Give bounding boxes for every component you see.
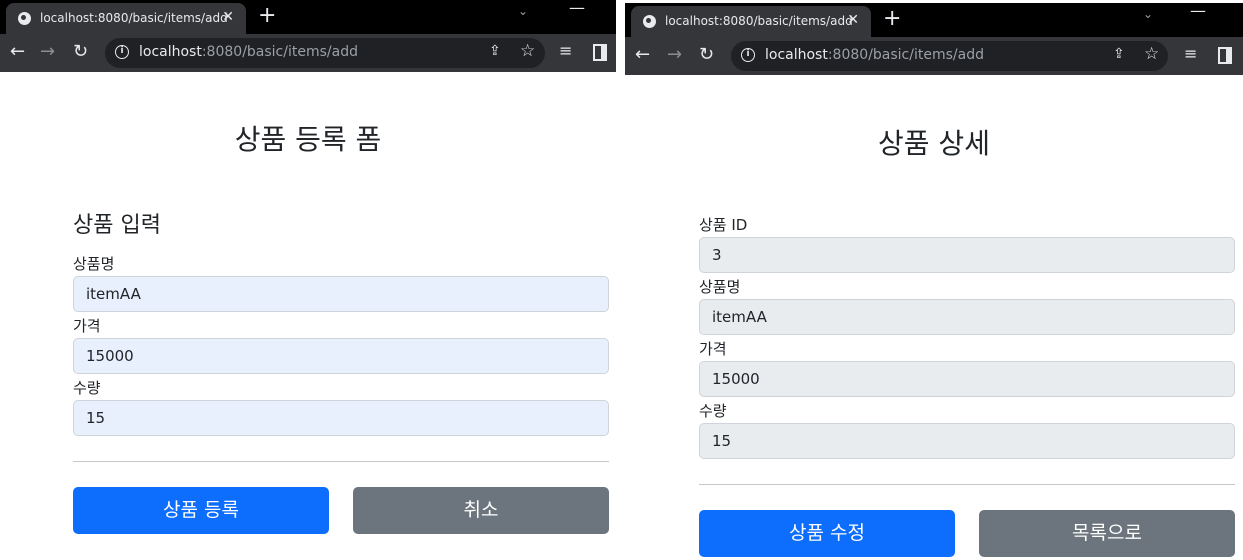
minimize-icon[interactable]: —	[569, 0, 585, 17]
address-bar[interactable]: i localhost:8080/basic/items/add ⇪ ☆	[105, 38, 545, 68]
share-icon[interactable]: ⇪	[1113, 46, 1125, 62]
item-name-field: itemAA	[699, 299, 1235, 335]
browser-toolbar: ← → ↻ i localhost:8080/basic/items/add ⇪…	[0, 34, 616, 72]
new-tab-button[interactable]: +	[883, 7, 901, 31]
item-name-label: 상품명	[73, 255, 115, 273]
page-title: 상품 상세	[878, 127, 990, 160]
address-bar[interactable]: i localhost:8080/basic/items/add ⇪ ☆	[731, 41, 1168, 71]
forward-icon[interactable]: →	[667, 43, 682, 67]
browser-toolbar: ← → ↻ i localhost:8080/basic/items/add ⇪…	[625, 37, 1243, 75]
reload-icon[interactable]: ↻	[73, 40, 88, 64]
media-control-icon[interactable]: ≡	[1184, 44, 1197, 63]
browser-window-add-form: localhost:8080/basic/items/add ✕ + ⌄ — ←…	[0, 0, 616, 560]
info-icon[interactable]: i	[115, 45, 129, 59]
page-title: 상품 등록 폼	[234, 123, 382, 156]
back-icon[interactable]: ←	[635, 43, 650, 67]
reload-icon[interactable]: ↻	[699, 43, 714, 67]
quantity-field: 15	[699, 423, 1235, 459]
globe-icon	[18, 12, 31, 25]
new-tab-button[interactable]: +	[258, 4, 276, 28]
chevron-down-icon[interactable]: ⌄	[1143, 7, 1153, 21]
share-icon[interactable]: ⇪	[489, 43, 501, 59]
edit-item-button[interactable]: 상품 수정	[699, 510, 955, 557]
back-to-list-button[interactable]: 목록으로	[979, 510, 1235, 557]
side-panel-icon[interactable]	[1218, 47, 1232, 64]
divider	[73, 461, 609, 462]
tab-bar: localhost:8080/basic/items/add ✕ + ⌄ —	[0, 0, 616, 34]
side-panel-icon[interactable]	[593, 44, 607, 61]
url-text: localhost:8080/basic/items/add	[139, 44, 358, 60]
browser-tab[interactable]: localhost:8080/basic/items/add ✕	[6, 3, 246, 34]
register-item-button[interactable]: 상품 등록	[73, 487, 329, 534]
back-icon[interactable]: ←	[10, 40, 25, 64]
globe-icon	[643, 15, 656, 28]
media-control-icon[interactable]: ≡	[559, 41, 572, 60]
section-title: 상품 입력	[73, 213, 161, 238]
price-label: 가격	[73, 317, 101, 335]
browser-window-item-detail: localhost:8080/basic/items/add ✕ + ⌄ — ←…	[625, 0, 1243, 560]
item-name-input[interactable]: itemAA	[73, 276, 609, 312]
url-text: localhost:8080/basic/items/add	[765, 47, 984, 63]
item-id-field: 3	[699, 237, 1235, 273]
tab-title: localhost:8080/basic/items/add	[665, 14, 853, 28]
forward-icon[interactable]: →	[40, 40, 55, 64]
chevron-down-icon[interactable]: ⌄	[518, 4, 528, 18]
quantity-label: 수량	[699, 402, 727, 420]
price-field: 15000	[699, 361, 1235, 397]
quantity-label: 수량	[73, 379, 101, 397]
cancel-button[interactable]: 취소	[353, 487, 609, 534]
quantity-input[interactable]: 15	[73, 400, 609, 436]
price-input[interactable]: 15000	[73, 338, 609, 374]
tab-bar: localhost:8080/basic/items/add ✕ + ⌄ —	[625, 1, 1243, 37]
close-tab-icon[interactable]: ✕	[847, 12, 859, 28]
minimize-icon[interactable]: —	[1190, 1, 1206, 20]
close-tab-icon[interactable]: ✕	[222, 9, 234, 25]
price-label: 가격	[699, 340, 727, 358]
item-id-label: 상품 ID	[699, 216, 748, 234]
item-name-label: 상품명	[699, 278, 741, 296]
tab-title: localhost:8080/basic/items/add	[40, 11, 228, 25]
star-icon[interactable]: ☆	[1144, 44, 1159, 64]
browser-tab[interactable]: localhost:8080/basic/items/add ✕	[631, 6, 871, 37]
divider	[699, 484, 1235, 485]
info-icon[interactable]: i	[741, 48, 755, 62]
star-icon[interactable]: ☆	[520, 41, 535, 61]
